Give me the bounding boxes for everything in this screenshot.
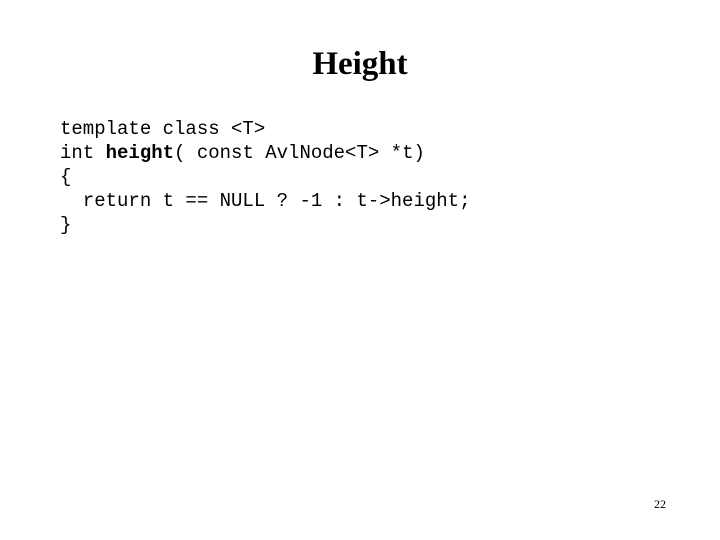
code-line: int height( const AvlNode<T> *t) — [60, 141, 680, 165]
code-block: template class <T> int height( const AvlN… — [60, 117, 680, 237]
page-number: 22 — [654, 497, 666, 511]
code-token: } — [60, 214, 72, 236]
code-line: template class <T> — [60, 117, 680, 141]
code-token-emphasis: height — [105, 142, 175, 164]
page-title: Height — [312, 46, 408, 82]
code-token: ( const AvlNode<T> *t) — [174, 142, 425, 164]
code-line: return t == NULL ? -1 : t->height; — [60, 189, 680, 213]
code-token: { — [60, 166, 72, 188]
code-line: } — [60, 213, 680, 237]
code-token: int — [60, 142, 106, 164]
code-token: template class <T> — [60, 118, 266, 140]
slide: Height template class <T> int height( con… — [0, 0, 720, 540]
code-token: return t == NULL ? -1 : t->height; — [60, 190, 471, 212]
code-line: { — [60, 165, 680, 189]
